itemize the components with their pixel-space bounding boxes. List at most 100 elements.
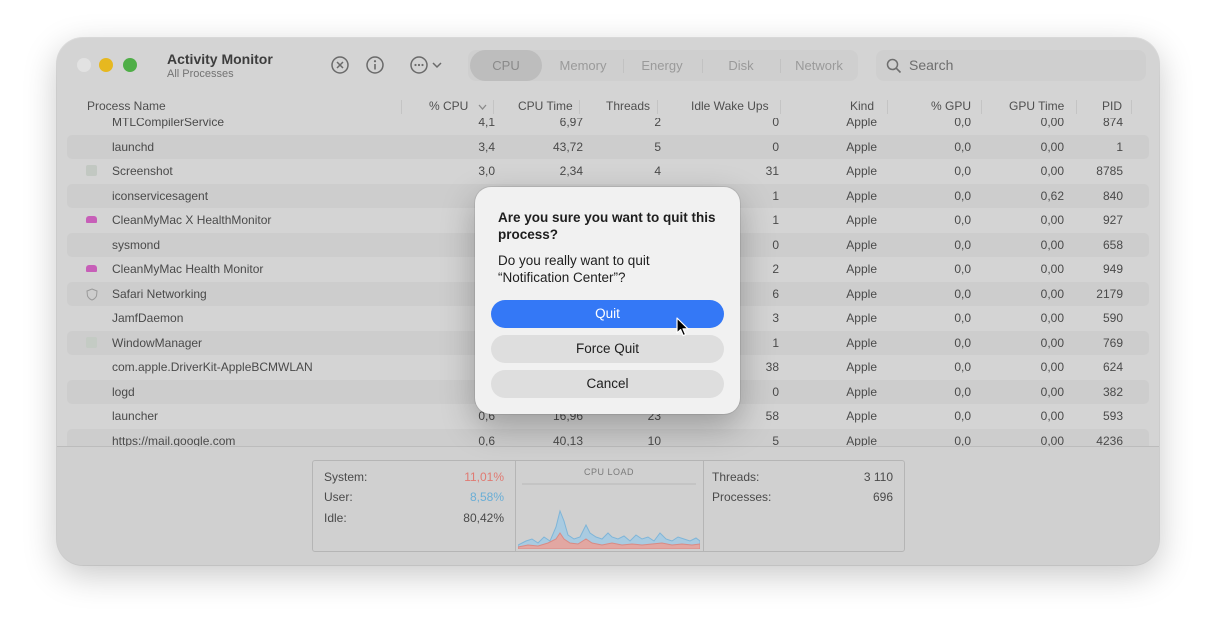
threads-count: 5 xyxy=(654,139,661,154)
gpu-percent: 0,0 xyxy=(954,311,971,325)
pid: 4236 xyxy=(1096,433,1123,447)
cpu-time: 6,97 xyxy=(559,118,583,129)
process-name: launchd xyxy=(112,139,155,154)
column-pid[interactable]: PID xyxy=(1102,99,1122,113)
column-cpu-time[interactable]: CPU Time xyxy=(518,99,573,113)
kind: Apple xyxy=(846,139,877,154)
tab-cpu[interactable]: CPU xyxy=(470,50,542,81)
pid: 927 xyxy=(1102,213,1123,227)
dialog-title: Are you sure you want to quit this proce… xyxy=(498,210,716,242)
table-row[interactable]: launchd 3,4 43,72 5 0 Apple 0,0 0,00 1 xyxy=(67,134,1149,159)
idle-wake-ups: 38 xyxy=(765,360,779,374)
kind: Apple xyxy=(846,409,877,423)
zoom-window-button[interactable] xyxy=(123,58,137,72)
pid: 840 xyxy=(1102,188,1123,203)
search-field[interactable]: Search xyxy=(876,50,1146,81)
idle-wake-ups: 6 xyxy=(772,286,779,301)
pid: 949 xyxy=(1102,262,1123,276)
kind: Apple xyxy=(846,360,877,374)
shield-icon xyxy=(86,287,98,301)
gpu-time: 0,00 xyxy=(1040,409,1064,423)
tab-network[interactable]: Network xyxy=(782,50,856,81)
column-gpu-time[interactable]: GPU Time xyxy=(1009,99,1064,113)
minimize-window-button[interactable] xyxy=(99,58,113,72)
gpu-time: 0,00 xyxy=(1040,335,1064,350)
table-row[interactable]: MTLCompilerService 4,1 6,97 2 0 Apple 0,0 0,00 8… xyxy=(67,118,1149,134)
stop-process-icon xyxy=(331,56,349,74)
user-label: User: xyxy=(324,490,353,504)
kind: Apple xyxy=(846,262,877,276)
info-icon xyxy=(366,56,384,74)
stop-process-button[interactable] xyxy=(328,53,352,77)
system-value: 11,01% xyxy=(464,470,504,484)
pid: 590 xyxy=(1102,311,1123,325)
processes-value: 696 xyxy=(872,490,893,504)
process-name: iconservicesagent xyxy=(112,188,209,203)
cpu-summary-panel: System: 11,01% User: 8,58% Idle: 80,42% … xyxy=(57,446,1159,565)
column-threads[interactable]: Threads xyxy=(606,99,650,113)
gpu-percent: 0,0 xyxy=(954,213,971,227)
process-name: https://mail.google.com xyxy=(112,433,236,447)
gpu-time: 0,00 xyxy=(1040,360,1064,374)
idle-wake-ups: 3 xyxy=(772,311,779,325)
gpu-time: 0,00 xyxy=(1040,311,1064,325)
tab-memory[interactable]: Memory xyxy=(546,50,620,81)
gpu-percent: 0,0 xyxy=(954,237,971,252)
gpu-time: 0,62 xyxy=(1040,188,1064,203)
kind: Apple xyxy=(846,286,877,301)
gpu-percent: 0,0 xyxy=(954,286,971,301)
idle-wake-ups: 1 xyxy=(772,213,779,227)
gpu-percent: 0,0 xyxy=(954,384,971,399)
kind: Apple xyxy=(846,311,877,325)
tab-energy[interactable]: Energy xyxy=(625,50,699,81)
pid: 382 xyxy=(1102,384,1123,399)
gpu-time: 0,00 xyxy=(1040,164,1064,178)
close-window-button[interactable] xyxy=(77,58,91,72)
window-manager-icon xyxy=(86,336,97,348)
column-gpu-percent[interactable]: % GPU xyxy=(931,99,971,113)
table-row[interactable]: Screenshot 3,0 2,34 4 31 Apple 0,0 0,00 8785 xyxy=(67,159,1149,183)
user-value: 8,58% xyxy=(469,490,504,504)
pid: 658 xyxy=(1102,237,1123,252)
threads-value: 3 110 xyxy=(863,470,893,484)
threads-label: Threads: xyxy=(712,470,760,484)
table-header: Process Name % CPU CPU Time Threads Idle… xyxy=(57,96,1159,118)
process-name: com.apple.DriverKit-AppleBCMWLAN xyxy=(112,360,313,374)
search-icon xyxy=(886,58,902,74)
kind: Apple xyxy=(846,213,877,227)
gpu-percent: 0,0 xyxy=(954,360,971,374)
gpu-percent: 0,0 xyxy=(954,262,971,276)
process-name: CleanMyMac X HealthMonitor xyxy=(112,213,272,227)
more-options-button[interactable] xyxy=(408,53,448,77)
process-name: CleanMyMac Health Monitor xyxy=(112,262,264,276)
view-tabs: CPU Memory Energy Disk Network xyxy=(468,50,858,81)
more-options-icon xyxy=(410,56,442,74)
cpu-percent: 3,0 xyxy=(478,164,495,178)
gpu-percent: 0,0 xyxy=(954,409,971,423)
column-idle-wake-ups[interactable]: Idle Wake Ups xyxy=(691,99,769,113)
pid: 8785 xyxy=(1096,164,1123,178)
cpu-percent: 0,6 xyxy=(478,433,495,447)
cpu-load-title: CPU LOAD xyxy=(583,467,634,477)
cpu-stats-box: System: 11,01% User: 8,58% Idle: 80,42% … xyxy=(312,460,905,552)
pid: 1 xyxy=(1116,139,1123,154)
pid: 624 xyxy=(1102,360,1123,374)
cancel-button[interactable]: Cancel xyxy=(491,370,724,398)
gpu-percent: 0,0 xyxy=(954,139,971,154)
column-kind[interactable]: Kind xyxy=(850,99,874,113)
cpu-percent: 3,4 xyxy=(478,139,495,154)
screenshot-app-icon xyxy=(86,165,97,176)
pid: 874 xyxy=(1102,118,1123,129)
info-button[interactable] xyxy=(363,53,387,77)
column-process-name[interactable]: Process Name xyxy=(87,99,166,113)
column-cpu-percent[interactable]: % CPU xyxy=(429,99,468,113)
gpu-percent: 0,0 xyxy=(954,164,971,178)
tab-disk[interactable]: Disk xyxy=(704,50,778,81)
force-quit-button[interactable]: Force Quit xyxy=(491,335,724,363)
threads-count: 10 xyxy=(647,433,661,447)
process-name: JamfDaemon xyxy=(112,311,184,325)
table-row[interactable]: https://mail.google.com 0,6 40,13 10 5 Apple 0… xyxy=(67,428,1149,447)
gpu-time: 0,00 xyxy=(1040,118,1064,129)
idle-wake-ups: 0 xyxy=(772,384,779,399)
dialog-message: Do you really want to quit “Notification… xyxy=(498,253,650,285)
